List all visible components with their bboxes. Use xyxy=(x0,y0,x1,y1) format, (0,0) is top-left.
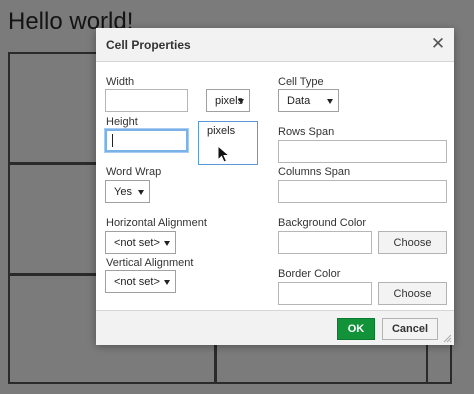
close-icon[interactable]: ✕ xyxy=(430,35,446,53)
border-color-choose-button[interactable]: Choose xyxy=(378,282,447,305)
chevron-down-icon xyxy=(164,241,170,246)
resize-grip-icon[interactable] xyxy=(442,333,452,343)
chevron-down-icon xyxy=(164,280,170,285)
dialog-title: Cell Properties xyxy=(106,38,191,52)
table-cell xyxy=(8,163,102,275)
vertical-alignment-label: Vertical Alignment xyxy=(106,257,194,269)
horizontal-alignment-value: <not set> xyxy=(114,237,160,249)
vertical-alignment-select[interactable]: <not set> xyxy=(105,270,176,293)
background-color-choose-button[interactable]: Choose xyxy=(378,231,447,254)
width-input[interactable] xyxy=(105,89,188,112)
width-label: Width xyxy=(106,76,135,88)
chevron-down-icon xyxy=(327,99,333,104)
chevron-down-icon xyxy=(238,99,244,104)
cell-type-select[interactable]: Data xyxy=(278,89,339,112)
table-cell xyxy=(8,52,102,164)
width-unit-select[interactable]: pixels xyxy=(206,89,250,112)
dropdown-option-pixels[interactable]: pixels xyxy=(207,125,235,137)
background-color-label: Background Color xyxy=(278,217,367,229)
word-wrap-label: Word Wrap xyxy=(106,166,162,178)
horizontal-alignment-select[interactable]: <not set> xyxy=(105,231,176,254)
rows-span-input[interactable] xyxy=(278,140,447,163)
height-input[interactable] xyxy=(105,129,188,152)
chevron-down-icon xyxy=(138,190,144,195)
vertical-alignment-value: <not set> xyxy=(114,276,160,288)
border-color-input[interactable] xyxy=(278,282,372,305)
background-color-input[interactable] xyxy=(278,231,372,254)
columns-span-input[interactable] xyxy=(278,180,447,203)
height-label: Height xyxy=(106,116,138,128)
cell-type-value: Data xyxy=(287,95,311,107)
dialog-footer: OK Cancel xyxy=(96,310,454,345)
rows-span-label: Rows Span xyxy=(278,126,335,138)
choose-button-label: Choose xyxy=(393,237,432,249)
mouse-pointer-icon xyxy=(217,145,231,163)
dialog-header[interactable]: Cell Properties ✕ xyxy=(96,28,454,62)
border-color-label: Border Color xyxy=(278,268,341,280)
horizontal-alignment-label: Horizontal Alignment xyxy=(106,217,207,229)
text-caret xyxy=(112,134,113,147)
cell-properties-dialog: Cell Properties ✕ Width pixels Height pi… xyxy=(96,28,454,345)
word-wrap-select[interactable]: Yes xyxy=(105,180,150,203)
width-unit-dropdown-list[interactable]: pixels xyxy=(198,121,258,165)
ok-button[interactable]: OK xyxy=(337,318,375,340)
cell-type-label: Cell Type xyxy=(278,76,324,88)
cancel-button[interactable]: Cancel xyxy=(382,318,438,340)
choose-button-label: Choose xyxy=(393,288,432,300)
word-wrap-value: Yes xyxy=(114,186,132,198)
columns-span-label: Columns Span xyxy=(278,166,351,178)
